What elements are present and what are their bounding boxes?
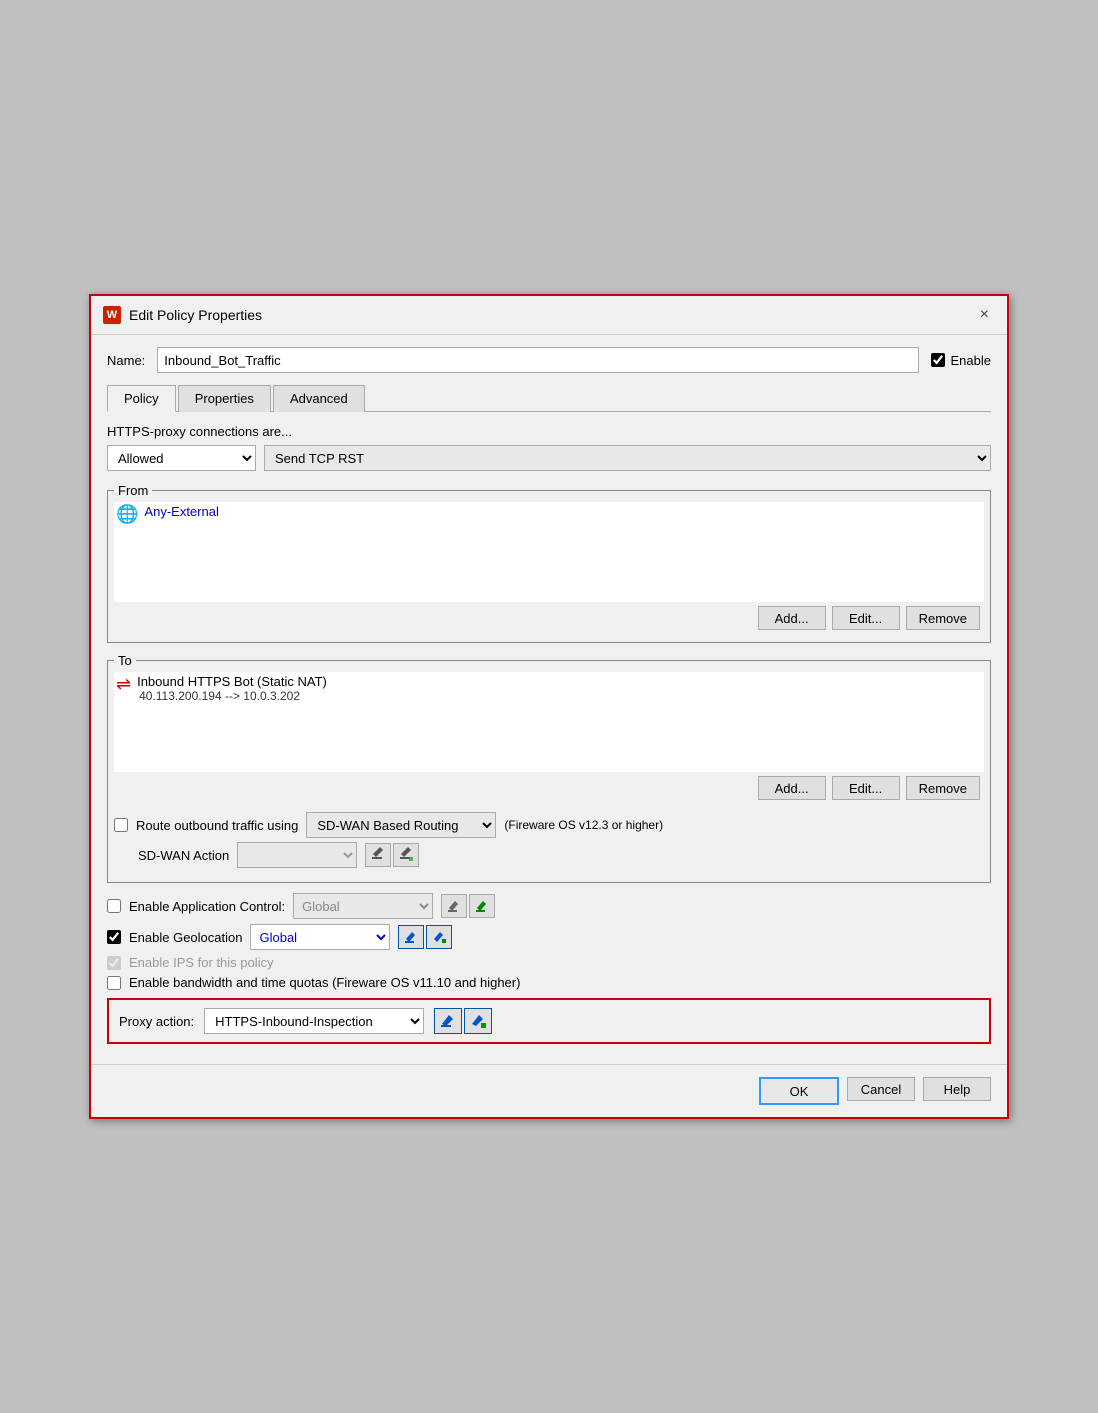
proxy-action-dropdown[interactable]: HTTPS-Inbound-Inspection bbox=[204, 1008, 424, 1034]
to-item-text-block: Inbound HTTPS Bot (Static NAT) 40.113.20… bbox=[137, 674, 327, 703]
close-button[interactable]: × bbox=[974, 304, 995, 326]
proxy-action-edit-btn[interactable] bbox=[434, 1008, 462, 1034]
checkboxes-section: Enable Application Control: Global bbox=[107, 893, 991, 990]
add-icon bbox=[475, 899, 489, 913]
bandwidth-checkbox[interactable] bbox=[107, 976, 121, 990]
to-legend: To bbox=[114, 653, 136, 668]
route-label: Route outbound traffic using bbox=[136, 818, 298, 833]
route-note: (Fireware OS v12.3 or higher) bbox=[504, 818, 663, 832]
app-control-label: Enable Application Control: bbox=[129, 899, 285, 914]
geolocation-label: Enable Geolocation bbox=[129, 930, 242, 945]
app-icon: W bbox=[103, 306, 121, 324]
to-item-text: Inbound HTTPS Bot (Static NAT) bbox=[137, 674, 327, 689]
app-control-icon-buttons bbox=[441, 894, 495, 918]
to-buttons: Add... Edit... Remove bbox=[114, 772, 984, 806]
to-item-sub: 40.113.200.194 --> 10.0.3.202 bbox=[139, 689, 327, 703]
geolocation-dropdown[interactable]: Global bbox=[250, 924, 390, 950]
route-dropdown[interactable]: SD-WAN Based Routing bbox=[306, 812, 496, 838]
from-item-icon: 🌐 bbox=[116, 504, 138, 525]
sdwan-row: SD-WAN Action bbox=[138, 842, 984, 868]
geolocation-icon-buttons bbox=[398, 925, 452, 949]
sdwan-label: SD-WAN Action bbox=[138, 848, 229, 863]
name-input[interactable] bbox=[157, 347, 918, 373]
ips-checkbox bbox=[107, 956, 121, 970]
from-remove-button[interactable]: Remove bbox=[906, 606, 980, 630]
help-button[interactable]: Help bbox=[923, 1077, 991, 1101]
add-icon bbox=[398, 847, 414, 863]
title-bar-left: W Edit Policy Properties bbox=[103, 306, 262, 324]
tab-properties[interactable]: Properties bbox=[178, 385, 271, 412]
proxy-action-label: Proxy action: bbox=[119, 1014, 194, 1029]
sdwan-add-icon-btn[interactable] bbox=[393, 843, 419, 867]
app-control-row: Enable Application Control: Global bbox=[107, 893, 991, 919]
dialog-footer: OK Cancel Help bbox=[91, 1064, 1007, 1117]
name-label: Name: bbox=[107, 353, 145, 368]
proxy-action-icon-buttons bbox=[434, 1008, 492, 1034]
title-bar: W Edit Policy Properties × bbox=[91, 296, 1007, 335]
geolocation-add-btn[interactable] bbox=[426, 925, 452, 949]
enable-label: Enable bbox=[951, 353, 991, 368]
ips-label: Enable IPS for this policy bbox=[129, 955, 274, 970]
to-item-icon: ⇌ bbox=[116, 674, 131, 695]
add-green-icon bbox=[432, 930, 446, 944]
tab-advanced[interactable]: Advanced bbox=[273, 385, 365, 412]
geolocation-checkbox[interactable] bbox=[107, 930, 121, 944]
to-content-area: ⇌ Inbound HTTPS Bot (Static NAT) 40.113.… bbox=[114, 672, 984, 772]
bandwidth-label: Enable bandwidth and time quotas (Firewa… bbox=[129, 975, 520, 990]
bandwidth-row: Enable bandwidth and time quotas (Firewa… bbox=[107, 975, 991, 990]
from-content-area: 🌐 Any-External bbox=[114, 502, 984, 602]
to-edit-button[interactable]: Edit... bbox=[832, 776, 900, 800]
action-dropdown[interactable]: Send TCP RST bbox=[264, 445, 991, 471]
sdwan-icon-buttons bbox=[365, 843, 419, 867]
app-control-checkbox[interactable] bbox=[107, 899, 121, 913]
edit-policy-dialog: W Edit Policy Properties × Name: Enable … bbox=[89, 294, 1009, 1119]
proxy-action-add-btn[interactable] bbox=[464, 1008, 492, 1034]
proxy-dropdowns: Allowed Denied Denied (send reset) Send … bbox=[107, 445, 991, 471]
geolocation-edit-btn[interactable] bbox=[398, 925, 424, 949]
dialog-body: Name: Enable Policy Properties Advanced … bbox=[91, 335, 1007, 1056]
sdwan-select[interactable] bbox=[237, 842, 357, 868]
ips-row: Enable IPS for this policy bbox=[107, 955, 991, 970]
from-edit-button[interactable]: Edit... bbox=[832, 606, 900, 630]
tab-policy[interactable]: Policy bbox=[107, 385, 176, 412]
name-row: Name: Enable bbox=[107, 347, 991, 373]
route-checkbox[interactable] bbox=[114, 818, 128, 832]
from-item-text: Any-External bbox=[144, 504, 218, 519]
from-legend: From bbox=[114, 483, 152, 498]
to-item: ⇌ Inbound HTTPS Bot (Static NAT) 40.113.… bbox=[114, 672, 984, 705]
route-row: Route outbound traffic using SD-WAN Base… bbox=[114, 812, 984, 838]
cancel-button[interactable]: Cancel bbox=[847, 1077, 915, 1101]
add-icon bbox=[470, 1013, 486, 1029]
enable-row: Enable bbox=[931, 353, 991, 368]
to-remove-button[interactable]: Remove bbox=[906, 776, 980, 800]
from-group: From 🌐 Any-External Add... Edit... Remov… bbox=[107, 483, 991, 643]
app-control-add-btn[interactable] bbox=[469, 894, 495, 918]
from-add-button[interactable]: Add... bbox=[758, 606, 826, 630]
enable-checkbox[interactable] bbox=[931, 353, 945, 367]
dialog-title: Edit Policy Properties bbox=[129, 307, 262, 323]
https-proxy-label: HTTPS-proxy connections are... bbox=[107, 424, 991, 439]
to-group: To ⇌ Inbound HTTPS Bot (Static NAT) 40.1… bbox=[107, 653, 991, 883]
edit-icon bbox=[404, 930, 418, 944]
ok-button[interactable]: OK bbox=[759, 1077, 839, 1105]
allowed-dropdown[interactable]: Allowed Denied Denied (send reset) bbox=[107, 445, 256, 471]
tabs: Policy Properties Advanced bbox=[107, 385, 991, 412]
to-add-button[interactable]: Add... bbox=[758, 776, 826, 800]
app-control-edit-btn[interactable] bbox=[441, 894, 467, 918]
from-item: 🌐 Any-External bbox=[114, 502, 984, 527]
proxy-action-section: Proxy action: HTTPS-Inbound-Inspection bbox=[107, 998, 991, 1044]
geolocation-row: Enable Geolocation Global bbox=[107, 924, 991, 950]
edit-icon bbox=[370, 847, 386, 863]
sdwan-edit-icon-btn[interactable] bbox=[365, 843, 391, 867]
from-buttons: Add... Edit... Remove bbox=[114, 602, 984, 636]
edit-icon bbox=[440, 1013, 456, 1029]
edit-icon bbox=[447, 899, 461, 913]
app-control-dropdown[interactable]: Global bbox=[293, 893, 433, 919]
